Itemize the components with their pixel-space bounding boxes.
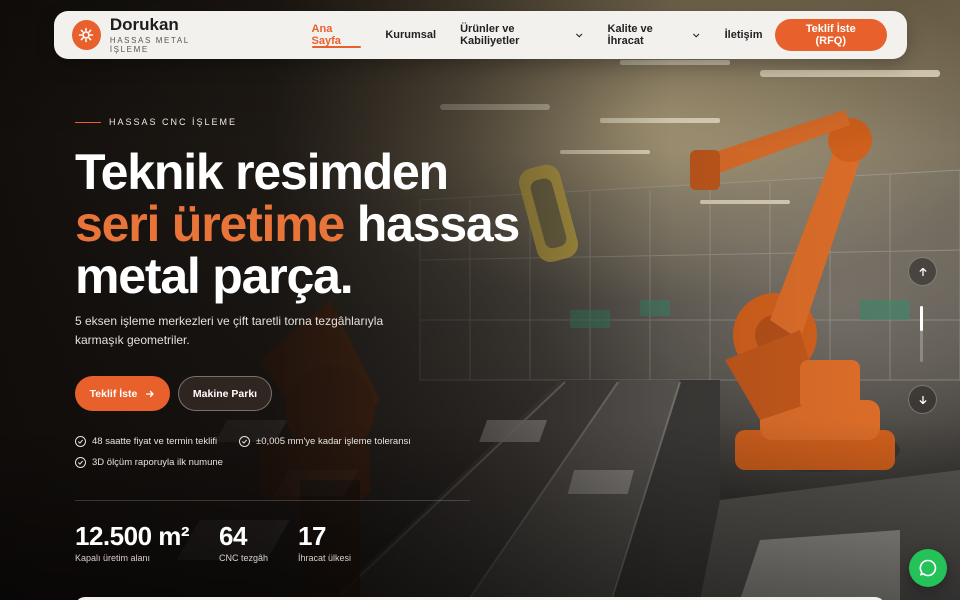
check-circle-icon (239, 436, 250, 447)
nav-item-home[interactable]: Ana Sayfa (300, 11, 374, 59)
site-header: Dorukan HASSAS METAL İŞLEME Ana Sayfa Ku… (54, 11, 907, 59)
stat-label: CNC tezgâh (219, 553, 269, 563)
feature-text: 3D ölçüm raporuyla ilk numune (92, 457, 223, 468)
brand-tagline: HASSAS METAL İŞLEME (109, 36, 190, 54)
machine-park-button[interactable]: Makine Parkı (178, 376, 272, 411)
headline-line-1: Teknik resimden (75, 144, 449, 200)
whatsapp-chat-button[interactable] (909, 549, 947, 587)
brand[interactable]: Dorukan HASSAS METAL İŞLEME (72, 16, 228, 54)
feature-text: 48 saatte fiyat ve termin teklifi (92, 436, 218, 447)
stat-label: Kapalı üretim alanı (75, 553, 151, 563)
nav-item-label: Kalite ve İhracat (607, 23, 653, 47)
nav-item-label: Kurumsal (385, 29, 437, 41)
headline-accent: seri üretime (75, 196, 345, 252)
feature-text: ±0,005 mm'ye kadar işleme toleransı (256, 436, 411, 447)
stat-value: 64 (219, 521, 247, 551)
feature-item: ±0,005 mm'ye kadar işleme toleransı (239, 436, 411, 447)
nav-item-products[interactable]: Ürünler ve Kabiliyetler (448, 11, 595, 59)
eyebrow-line (75, 121, 101, 123)
request-quote-button[interactable]: Teklif İste (RFQ) (774, 19, 887, 51)
nav-item-quality-export[interactable]: Kalite ve İhracat (596, 11, 713, 59)
arrow-right-icon (146, 390, 154, 397)
check-circle-icon (75, 436, 86, 447)
hero-lead: 5 eksen işleme merkezleri ve çift taretl… (75, 314, 384, 347)
arrow-up-icon (919, 267, 926, 276)
stat-value: 17 (298, 521, 326, 551)
nav-item-label: Ana Sayfa (311, 23, 341, 47)
slide-prev-button[interactable] (908, 257, 937, 286)
stat-cnc-machines: 64 CNC tezgâh (219, 521, 268, 563)
brand-name: Dorukan (109, 15, 179, 34)
stat-production-area: 12.500 m² Kapalı üretim alanı (75, 521, 190, 563)
hero-eyebrow: HASSAS CNC İŞLEME (75, 117, 237, 127)
nav-item-label: İletişim (724, 29, 763, 41)
nav-item-label: Ürünler ve Kabiliyetler (460, 23, 520, 47)
nav-item-contact[interactable]: İletişim (713, 11, 775, 59)
chevron-down-icon (576, 33, 583, 38)
headline-line-3: metal parça. (75, 248, 354, 304)
arrow-down-icon (919, 395, 926, 404)
stat-export-countries: 17 İhracat ülkesi (298, 521, 351, 563)
slide-progress-fill (920, 306, 923, 332)
cta-label: Teklif İste (89, 387, 138, 400)
eyebrow-text: HASSAS CNC İŞLEME (109, 117, 238, 127)
chevron-down-icon (693, 33, 700, 38)
feature-item: 48 saatte fiyat ve termin teklifi (75, 436, 217, 447)
feature-item: 3D ölçüm raporuyla ilk numune (75, 457, 223, 468)
gear-icon (72, 20, 101, 50)
nav-item-corporate[interactable]: Kurumsal (373, 11, 448, 59)
check-circle-icon (75, 457, 86, 468)
stats-divider (75, 500, 470, 501)
whatsapp-chat-icon (919, 559, 937, 577)
main-nav: Ana Sayfa Kurumsal Ürünler ve Kabiliyetl… (300, 11, 775, 59)
headline-rest: hassas (344, 196, 521, 252)
stat-value: 12.500 m² (75, 521, 190, 551)
slide-next-button[interactable] (908, 385, 937, 414)
stat-label: İhracat ülkesi (298, 553, 352, 563)
request-quote-hero-button[interactable]: Teklif İste (75, 376, 170, 411)
slide-progress-track[interactable] (920, 306, 923, 362)
hero-headline: Teknik resimden seri üretime hassas meta… (75, 146, 535, 302)
